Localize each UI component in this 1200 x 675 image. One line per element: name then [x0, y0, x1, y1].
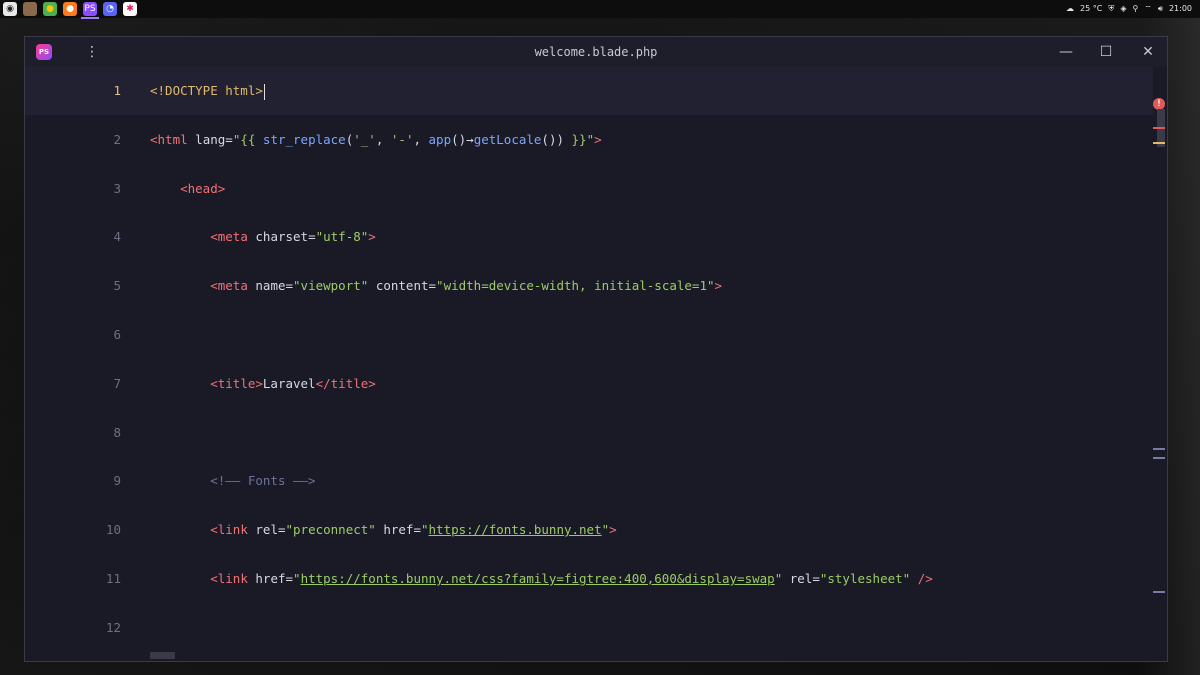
code-line[interactable]: 11 <link href="https://fonts.bunny.net/c… — [25, 555, 1153, 603]
line-number: 9 — [113, 473, 121, 489]
weather-temp[interactable]: 25 °C — [1080, 0, 1102, 18]
scrollbar-marker[interactable] — [1153, 457, 1165, 459]
scrollbar-marker[interactable] — [1153, 591, 1165, 593]
scrollbar-marker[interactable] — [1153, 448, 1165, 450]
scrollbar-marker[interactable] — [1153, 127, 1165, 129]
location-icon[interactable]: ⚲ — [1133, 0, 1139, 18]
update-shield-icon[interactable]: ⛨ — [1108, 0, 1114, 18]
line-code[interactable]: <head> — [150, 165, 225, 213]
line-number: 6 — [113, 327, 121, 342]
files-icon[interactable]: ▬ — [23, 2, 37, 16]
line-code[interactable]: <title>Laravel</title> — [150, 360, 376, 408]
line-number: 3 — [113, 180, 121, 196]
code-line[interactable]: 7 <title>Laravel</title> — [25, 360, 1153, 408]
line-code[interactable]: <html lang="{{ str_replace('_', '-', app… — [150, 116, 602, 164]
line-number: 1 — [113, 83, 121, 98]
line-number: 8 — [113, 424, 121, 440]
line-number: 7 — [113, 375, 121, 391]
window-title: welcome.blade.php — [534, 45, 658, 59]
code-line[interactable]: 5 <meta name="viewport" content="width=d… — [25, 262, 1153, 310]
minimize-button[interactable]: — — [1051, 37, 1081, 67]
title-bar[interactable]: PS ⋮ welcome.blade.php — ☐ ✕ — [25, 37, 1167, 67]
discord-icon[interactable]: ◔ — [103, 2, 117, 16]
taskbar-app-list: ◉ ▬ ● ● PS ◔ ✱ — [0, 0, 137, 19]
line-code[interactable]: <link href="https://fonts.bunny.net/css?… — [150, 555, 933, 603]
code-editor[interactable]: 12 11 <link href="https://fonts.bunny.net… — [25, 67, 1167, 661]
close-button[interactable]: ✕ — [1133, 37, 1163, 67]
scrollbar-marker[interactable] — [1153, 142, 1165, 144]
code-line[interactable]: 2 <html lang="{{ str_replace('_', '-', ap… — [25, 116, 1153, 164]
line-code[interactable]: <meta charset="utf-8"> — [150, 213, 376, 261]
line-number: 11 — [105, 571, 121, 586]
code-line[interactable]: 6 — [25, 311, 1153, 359]
volume-icon[interactable]: 🔊︎ — [1158, 0, 1163, 18]
code-line[interactable]: 9 <!—— Fonts ——> — [25, 457, 1153, 505]
horizontal-scrollbar[interactable] — [150, 652, 175, 659]
chrome-icon[interactable]: ● — [43, 2, 57, 16]
slack-icon[interactable]: ✱ — [123, 2, 137, 16]
shield-icon[interactable]: ◈ — [1120, 0, 1126, 18]
code-line[interactable]: 10 <link rel="preconnect" href="https://… — [25, 506, 1153, 554]
line-code[interactable]: <!DOCTYPE html> — [150, 67, 265, 115]
code-line[interactable]: 4 <meta charset="utf-8"> — [25, 213, 1153, 261]
line-number: 10 — [105, 522, 121, 538]
system-tray: ☁ 25 °C ⛨ ◈ ⚲ ⌔ 🔊︎ 21:00 — [1066, 0, 1200, 18]
line-number: 2 — [113, 131, 121, 147]
top-taskbar: ◉ ▬ ● ● PS ◔ ✱ ☁ 25 °C ⛨ ◈ ⚲ ⌔ 🔊︎ 21:00 — [0, 0, 1200, 19]
wifi-icon[interactable]: ⌔ — [1144, 0, 1152, 18]
line-number: 4 — [113, 229, 121, 245]
firefox-icon[interactable]: ● — [63, 2, 77, 16]
code-line[interactable]: 8 — [25, 409, 1153, 457]
code-line[interactable]: 3 <head> — [25, 165, 1153, 213]
line-number: 12 — [105, 619, 121, 635]
editor-window: PS ⋮ welcome.blade.php — ☐ ✕ 12 11 <link … — [24, 36, 1168, 662]
line-code[interactable]: <meta name="viewport" content="width=dev… — [150, 262, 722, 310]
linux-mint-menu-icon[interactable]: ◉ — [3, 2, 17, 16]
phpstorm-icon[interactable]: PS — [81, 2, 99, 19]
code-line[interactable]: 1 <!DOCTYPE html> — [25, 67, 1153, 115]
clock[interactable]: 21:00 — [1169, 0, 1192, 18]
line-code[interactable]: <link rel="preconnect" href="https://fon… — [150, 506, 616, 554]
line-number: 5 — [113, 278, 121, 294]
maximize-button[interactable]: ☐ — [1091, 37, 1121, 67]
code-line[interactable]: 12 — [25, 604, 1153, 652]
line-code[interactable]: <!—— Fonts ——> — [150, 457, 315, 505]
weather-icon[interactable]: ☁ — [1066, 0, 1074, 18]
